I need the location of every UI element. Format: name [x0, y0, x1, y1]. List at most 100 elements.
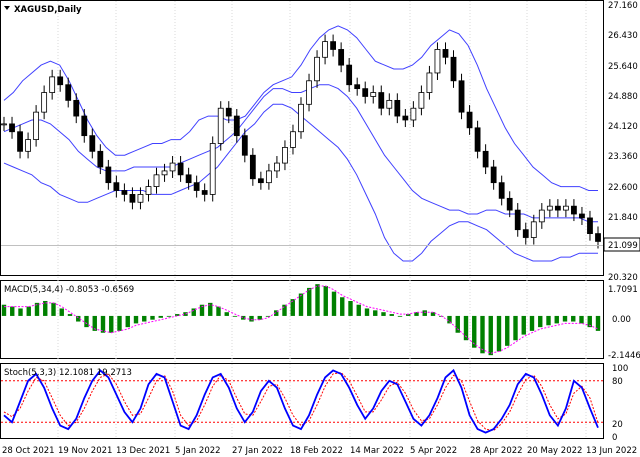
candle-body: [418, 92, 425, 109]
macd-histogram-bar: [505, 315, 510, 346]
macd-histogram-bar: [422, 310, 427, 316]
macd-histogram-bar: [315, 284, 320, 316]
price-tick-label: 27.160: [608, 1, 638, 11]
date-tick-label: 19 Nov 2021: [58, 446, 112, 456]
candle-body: [249, 154, 256, 180]
stoch-main-line: [3, 368, 599, 434]
date-tick-label: 13 Dec 2021: [116, 446, 170, 456]
price-tick-label: 20.320: [608, 273, 638, 283]
macd-histogram-bar: [529, 315, 535, 331]
grid-lines: [57, 1, 587, 438]
candle-body: [81, 115, 88, 137]
candle-body: [113, 182, 120, 191]
candle-body: [554, 205, 561, 211]
macd-histogram-bar: [472, 315, 477, 348]
symbol-title: XAGUSD,Daily: [14, 5, 82, 15]
candle-body: [579, 213, 585, 219]
macd-histogram-bar: [51, 302, 56, 316]
candle-body: [290, 131, 296, 148]
current-price-label: 21.099: [608, 241, 638, 251]
candle-body: [105, 166, 112, 184]
macd-histogram-bar: [133, 315, 139, 324]
candle-body: [169, 162, 176, 172]
macd-histogram-bar: [150, 315, 155, 320]
macd-histogram-bar: [84, 315, 89, 328]
date-axis: 28 Oct 2021 19 Nov 2021 13 Dec 2021 5 Ja…: [2, 446, 637, 456]
candle-body: [153, 174, 160, 187]
candle-body: [225, 107, 232, 117]
candle-body: [274, 162, 280, 172]
price-plot-area: [1, 25, 601, 262]
candle-body: [506, 197, 513, 211]
candle-body: [354, 84, 361, 90]
candle-body: [298, 103, 304, 133]
candle-body: [137, 194, 144, 203]
candle-body: [25, 139, 31, 152]
macd-histogram-bar: [282, 304, 287, 316]
macd-histogram-bar: [10, 306, 15, 316]
date-tick-label: 28 Apr 2022: [470, 446, 523, 456]
candle-body: [217, 107, 224, 144]
candle-body: [546, 205, 553, 211]
macd-histogram-bar: [340, 297, 345, 316]
macd-histogram-bar: [125, 315, 130, 328]
candle-body: [306, 80, 312, 105]
date-tick-label: 28 Oct 2021: [2, 446, 55, 456]
candle-body: [89, 135, 96, 152]
macd-histogram-bar: [331, 291, 337, 316]
candle-body: [482, 150, 489, 168]
macd-histogram-bar: [109, 315, 114, 333]
candle-body: [498, 182, 505, 199]
candle-body: [595, 233, 601, 242]
macd-histogram-bar: [571, 315, 576, 322]
macd-label: MACD(5,34,4) -0.8053 -0.6569: [4, 285, 134, 295]
macd-histogram-bar: [562, 315, 568, 322]
macd-histogram-bar: [18, 308, 23, 316]
candle-body: [362, 88, 369, 97]
candle-body: [177, 162, 184, 176]
macd-histogram-bar: [488, 315, 493, 356]
candle-body: [450, 56, 457, 82]
candle-body: [233, 115, 240, 137]
candle-body: [209, 143, 216, 195]
candle-body: [129, 194, 136, 203]
stoch-plot-area: [1, 368, 603, 434]
macd-histogram-bar: [323, 286, 328, 316]
date-tick-label: 18 Feb 2022: [290, 446, 343, 456]
macd-histogram-bar: [389, 314, 394, 316]
candle-body: [346, 64, 353, 86]
macd-histogram-bar: [521, 315, 526, 335]
macd-histogram-bar: [26, 306, 31, 316]
date-tick-label: 20 May 2022: [527, 446, 582, 456]
macd-histogram-bar: [166, 315, 172, 317]
candle-body: [490, 166, 497, 184]
macd-tick-label: 0.00: [612, 315, 631, 325]
candle-body: [314, 56, 320, 82]
candle-body: [378, 92, 385, 109]
price-tick-label: 24.120: [608, 122, 638, 132]
candle-body: [538, 209, 545, 223]
macd-histogram-bar: [298, 293, 304, 316]
candle-body: [9, 123, 15, 133]
candle-body: [33, 111, 40, 140]
macd-histogram-bar: [480, 315, 485, 354]
candle-body: [322, 41, 328, 58]
candle-body: [514, 209, 521, 231]
collapse-triangle-icon[interactable]: [4, 6, 10, 10]
chart-canvas: XAGUSD,Daily 27.160 26.430 25.640 24.880…: [0, 0, 640, 456]
macd-histogram-bar: [67, 314, 73, 316]
candle-body: [265, 170, 272, 184]
stoch-tick-label: 0: [612, 433, 617, 443]
stoch-tick-label: 100: [612, 364, 628, 374]
candle-body: [57, 76, 64, 86]
candle-body: [426, 72, 433, 93]
candle-body: [145, 186, 152, 195]
candle-body: [65, 84, 72, 101]
price-tick-label: 24.880: [608, 92, 638, 102]
macd-histogram-bar: [430, 312, 436, 316]
macd-histogram-bar: [364, 308, 370, 316]
price-tick-label: 26.430: [608, 31, 638, 41]
macd-histogram-bar: [356, 304, 361, 316]
date-tick-label: 5 Apr 2022: [410, 446, 457, 456]
candle-body: [458, 80, 465, 113]
